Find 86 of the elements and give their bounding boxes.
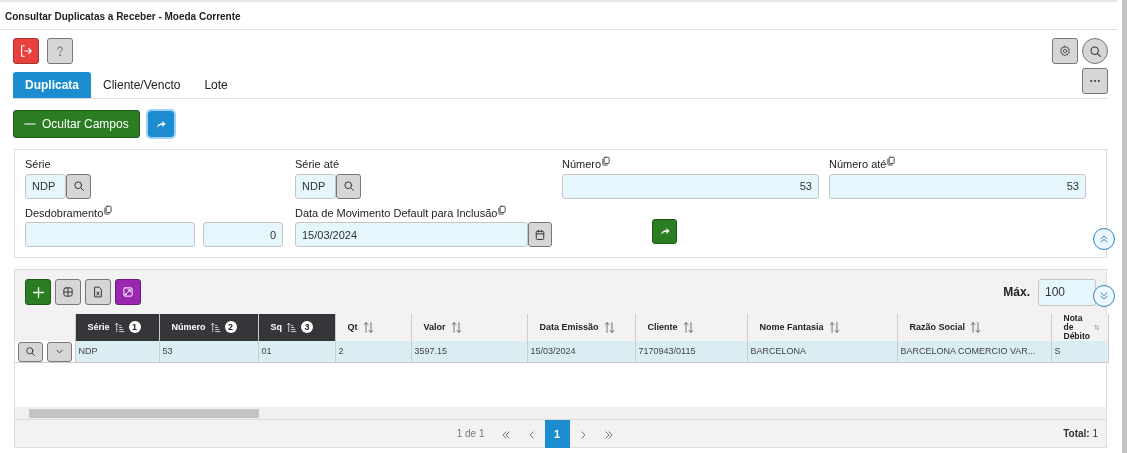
lookup-button[interactable] bbox=[336, 173, 361, 199]
table-cell: BARCELONA COMERCIO VAR... bbox=[897, 340, 1051, 363]
sort-order-badge: 2 bbox=[224, 321, 237, 334]
column-header[interactable]: Data Emissão bbox=[527, 314, 635, 341]
input-field[interactable]: NDP bbox=[25, 173, 66, 199]
sort-order-badge: 1 bbox=[128, 321, 141, 334]
column-header[interactable]: Número 2 bbox=[159, 314, 258, 341]
expand-row-button[interactable] bbox=[46, 341, 72, 362]
max-label: Máx. bbox=[1003, 284, 1030, 301]
input-field[interactable]: NDP bbox=[295, 173, 336, 199]
settings-icon bbox=[1059, 45, 1071, 57]
view-button[interactable] bbox=[18, 341, 43, 362]
export-button[interactable] bbox=[85, 279, 111, 305]
page-summary: 1 de 1 bbox=[456, 427, 485, 442]
column-header[interactable]: Valor bbox=[411, 314, 527, 341]
table-cell: BARCELONA bbox=[747, 340, 897, 363]
expand-button[interactable] bbox=[115, 279, 141, 305]
settings-button[interactable] bbox=[1052, 38, 1078, 64]
sort-ascending-icon bbox=[286, 321, 297, 333]
double-chevron-up-icon bbox=[1098, 233, 1110, 245]
search-button[interactable] bbox=[1082, 38, 1108, 64]
field-label: Série bbox=[25, 157, 51, 172]
lookup-button[interactable] bbox=[66, 173, 91, 199]
copy-icon bbox=[886, 156, 897, 166]
sort-icon bbox=[681, 320, 695, 334]
field-label: Data de Movimento Default para Inclusão bbox=[295, 205, 498, 221]
spreadsheet-file-icon bbox=[92, 286, 104, 298]
sort-icon bbox=[361, 320, 375, 334]
tab[interactable]: Cliente/Vencto bbox=[91, 72, 193, 98]
input-field[interactable]: 0 bbox=[203, 222, 283, 247]
sort-icon bbox=[602, 320, 616, 334]
go-button[interactable] bbox=[652, 218, 677, 244]
sort-order-badge: 3 bbox=[301, 321, 313, 334]
column-header[interactable]: Nota de Débito bbox=[1051, 314, 1108, 341]
share-button[interactable] bbox=[147, 111, 174, 137]
page-button[interactable]: 1 bbox=[544, 419, 570, 448]
total-count: Total: 1 bbox=[1063, 427, 1098, 442]
question-icon bbox=[54, 44, 66, 58]
exit-button[interactable] bbox=[13, 38, 39, 64]
search-icon bbox=[72, 180, 85, 192]
grid-icon bbox=[62, 286, 74, 298]
window-title: Consultar Duplicatas a Receber - Moeda Corrente bbox=[0, 2, 1117, 30]
hide-fields-button[interactable]: Ocultar Campos bbox=[13, 110, 140, 138]
field-label: Número bbox=[562, 157, 602, 172]
columns-button[interactable] bbox=[55, 279, 81, 305]
tab[interactable]: Duplicata bbox=[13, 72, 91, 98]
sort-ascending-icon bbox=[113, 321, 125, 333]
search-icon bbox=[342, 180, 355, 192]
double-chevron-left-icon bbox=[500, 429, 511, 440]
plus-icon bbox=[31, 285, 45, 299]
double-chevron-down-icon bbox=[1098, 290, 1110, 302]
copy-icon bbox=[601, 156, 612, 166]
column-header[interactable]: Série 1 bbox=[75, 314, 159, 341]
table-row[interactable]: NDP 53 01 2 3597.15 15/03/2024 7170943/0115 BARCELONA BARCELONA COMERCIO VAR... S bbox=[15, 340, 1108, 363]
input-field[interactable]: 53 bbox=[829, 173, 1086, 199]
search-icon bbox=[1088, 44, 1102, 58]
expand-icon bbox=[122, 286, 134, 298]
sort-icon bbox=[449, 320, 463, 334]
sort-ascending-icon bbox=[209, 321, 221, 333]
help-button[interactable] bbox=[47, 38, 73, 64]
search-icon bbox=[24, 346, 36, 357]
field-label: Desdobramento bbox=[25, 205, 104, 221]
max-field[interactable]: 100 bbox=[1038, 278, 1096, 306]
column-header[interactable]: Nome Fantasia bbox=[747, 314, 897, 341]
double-chevron-right-icon bbox=[603, 429, 614, 440]
sort-icon bbox=[969, 320, 983, 334]
copy-icon bbox=[497, 204, 508, 215]
sort-icon bbox=[827, 320, 841, 334]
column-header[interactable]: Razão Social bbox=[897, 314, 1051, 341]
field-label: Série até bbox=[295, 157, 340, 172]
more-button[interactable] bbox=[1082, 68, 1108, 94]
input-field[interactable] bbox=[25, 222, 195, 247]
calendar-icon bbox=[534, 228, 546, 241]
field-label: Número até bbox=[829, 157, 887, 172]
input-field[interactable]: 15/03/2024 bbox=[295, 222, 528, 247]
column-header[interactable]: Qt bbox=[335, 314, 411, 341]
copy-icon bbox=[103, 204, 114, 215]
calendar-button[interactable] bbox=[528, 222, 552, 247]
exit-icon bbox=[19, 44, 33, 58]
input-field[interactable]: 53 bbox=[562, 173, 819, 199]
add-button[interactable] bbox=[25, 279, 51, 305]
scroll-up-button[interactable] bbox=[1093, 228, 1115, 250]
tab[interactable]: Lote bbox=[192, 72, 240, 98]
column-header[interactable]: Cliente bbox=[635, 314, 747, 341]
scrollbar[interactable] bbox=[1121, 0, 1127, 453]
column-header[interactable]: Sq 3 bbox=[258, 314, 335, 341]
